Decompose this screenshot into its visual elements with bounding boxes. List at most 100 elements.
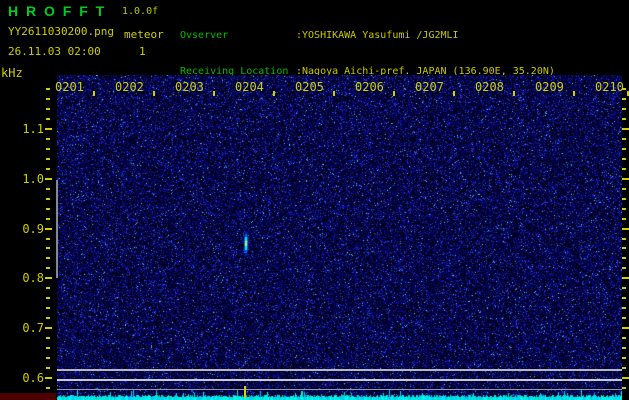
minute-tick xyxy=(153,91,155,96)
freq-tick xyxy=(46,357,50,359)
band-line-upper xyxy=(57,369,622,371)
freq-tick xyxy=(46,88,50,90)
freq-tick xyxy=(46,148,50,150)
freq-tick xyxy=(622,367,626,369)
freq-tick xyxy=(622,257,626,259)
freq-tick xyxy=(46,118,50,120)
observer-value: :YOSHIKAWA Yasufumi /JG2MLI xyxy=(296,30,459,41)
freq-tick xyxy=(622,158,626,160)
freq-tick xyxy=(622,148,626,150)
echo-event-marker xyxy=(244,386,246,398)
freq-tick xyxy=(46,188,50,190)
freq-tick xyxy=(46,257,50,259)
freq-tick xyxy=(45,128,52,130)
freq-tick xyxy=(622,337,626,339)
freq-tick xyxy=(622,218,626,220)
minute-tick xyxy=(453,91,455,96)
minute-tick xyxy=(213,91,215,96)
time-label-0209: 0209 xyxy=(535,80,564,94)
app-version: 1.0.0f xyxy=(122,6,159,17)
freq-tick xyxy=(46,267,50,269)
freq-tick xyxy=(622,267,626,269)
freq-tick xyxy=(46,208,50,210)
freq-tick xyxy=(622,277,629,279)
time-label-0201: 0201 xyxy=(55,80,84,94)
minute-tick xyxy=(333,91,335,96)
freq-tick xyxy=(46,198,50,200)
freq-tick xyxy=(622,327,629,329)
freq-tick xyxy=(622,108,626,110)
band-line-lower xyxy=(57,389,622,390)
freq-tick xyxy=(46,138,50,140)
time-label-0208: 0208 xyxy=(475,80,504,94)
minute-tick xyxy=(513,91,515,96)
spectrogram-canvas xyxy=(57,75,622,400)
freq-tick xyxy=(46,367,50,369)
freq-label-0-6: 0.6 xyxy=(22,371,44,385)
minute-tick xyxy=(573,91,575,96)
hrofft-screen: H R O F F T 1.0.0f YY2611030200.png mete… xyxy=(0,0,629,400)
freq-tick xyxy=(622,188,626,190)
freq-tick xyxy=(622,128,629,130)
minute-tick xyxy=(393,91,395,96)
freq-tick xyxy=(45,377,52,379)
minute-tick xyxy=(93,91,95,96)
time-label-0204: 0204 xyxy=(235,80,264,94)
time-label-0203: 0203 xyxy=(175,80,204,94)
freq-tick xyxy=(46,387,50,389)
freq-tick xyxy=(46,307,50,309)
freq-tick xyxy=(45,228,52,230)
freq-tick xyxy=(622,377,629,379)
freq-tick xyxy=(622,347,626,349)
freq-tick xyxy=(45,277,52,279)
observer-label: Ovserver xyxy=(180,30,229,41)
time-label-0205: 0205 xyxy=(295,80,324,94)
freq-tick xyxy=(622,208,626,210)
output-filename: YY2611030200.png xyxy=(8,25,114,38)
mode-label: meteor xyxy=(124,28,164,41)
corner-block xyxy=(0,393,56,400)
minute-tick xyxy=(273,91,275,96)
freq-tick xyxy=(622,247,626,249)
freq-label-1-1: 1.1 xyxy=(22,122,44,136)
freq-tick xyxy=(46,108,50,110)
freq-tick xyxy=(622,168,626,170)
freq-tick xyxy=(622,138,626,140)
freq-tick xyxy=(46,347,50,349)
freq-tick xyxy=(622,198,626,200)
freq-tick xyxy=(46,98,50,100)
app-title: H R O F F T xyxy=(8,3,107,19)
freq-tick xyxy=(622,317,626,319)
freq-tick xyxy=(46,317,50,319)
band-line-mid xyxy=(57,379,622,381)
freq-tick xyxy=(46,247,50,249)
freq-tick xyxy=(622,228,629,230)
freq-tick xyxy=(46,218,50,220)
freq-tick xyxy=(45,178,52,180)
freq-tick xyxy=(46,238,50,240)
time-label-0206: 0206 xyxy=(355,80,384,94)
freq-axis-unit: kHz xyxy=(1,66,23,80)
freq-tick xyxy=(622,307,626,309)
observation-datetime: 26.11.03 02:00 xyxy=(8,45,101,58)
time-label-0207: 0207 xyxy=(415,80,444,94)
freq-tick xyxy=(622,98,626,100)
time-label-0202: 0202 xyxy=(115,80,144,94)
freq-label-0-9: 0.9 xyxy=(22,222,44,236)
freq-tick xyxy=(46,337,50,339)
freq-label-0-8: 0.8 xyxy=(22,271,44,285)
freq-tick xyxy=(622,118,626,120)
freq-tick xyxy=(45,327,52,329)
channel-number: 1 xyxy=(139,45,146,58)
freq-tick xyxy=(622,297,626,299)
observer-row: Ovserver :YOSHIKAWA Yasufumi /JG2MLI xyxy=(180,30,555,42)
freq-tick xyxy=(46,287,50,289)
freq-tick xyxy=(622,357,626,359)
count-band-marker xyxy=(56,180,58,278)
freq-label-1-0: 1.0 xyxy=(22,172,44,186)
freq-tick xyxy=(622,178,629,180)
freq-label-0-7: 0.7 xyxy=(22,321,44,335)
freq-tick xyxy=(46,168,50,170)
freq-tick xyxy=(622,387,626,389)
freq-tick xyxy=(622,238,626,240)
